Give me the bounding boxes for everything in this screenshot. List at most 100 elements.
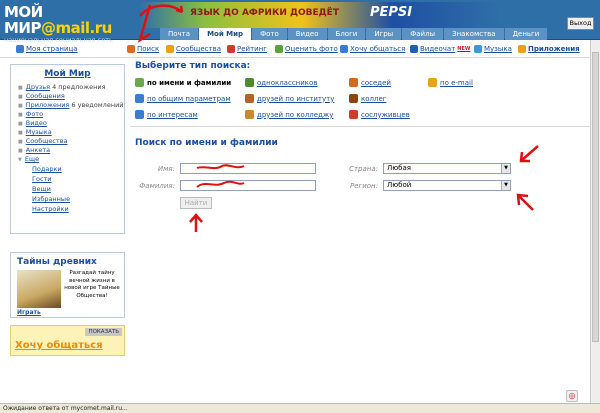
help-icon[interactable]: ◎ xyxy=(566,390,578,402)
main-nav: Почта Мой Мир Фото Видео Блоги Игры Файлы Знако… xyxy=(160,28,548,41)
nav-tab[interactable]: Почта xyxy=(160,28,199,40)
subnav-item[interactable]: Видеочат NEW xyxy=(410,45,470,53)
sidebar-more-item[interactable]: Избранные xyxy=(32,194,124,204)
ad-banner[interactable]: ЯЗЫК ДО АФРИКИ ДОВЕДЁТ PEPSI xyxy=(140,2,500,28)
logo[interactable]: МОЙ МИР@mail.ru национальная социальная … xyxy=(4,4,134,44)
search-type-option[interactable]: соседей xyxy=(349,78,391,87)
nav-tab[interactable]: Игры xyxy=(366,28,402,40)
search-type-label: по интересам xyxy=(147,110,198,119)
sidebar-item[interactable]: ■ Друзья 4 предложения xyxy=(18,83,124,92)
search-type-title: Выберите тип поиска: xyxy=(135,61,251,71)
videochat-icon xyxy=(410,45,418,53)
sidebar-item-label[interactable]: Друзья xyxy=(26,83,50,91)
sidebar-item-count: 6 уведомлений xyxy=(71,101,124,109)
nav-tab[interactable]: Знакомства xyxy=(444,28,504,40)
sidebar-item-label[interactable]: Сообщения xyxy=(26,92,65,100)
region-label: Регион: xyxy=(350,182,378,190)
sidebar-item[interactable]: ■ Приложения 6 уведомлений xyxy=(18,101,124,110)
nav-tab[interactable]: Видео xyxy=(287,28,327,40)
promo-image[interactable] xyxy=(17,270,61,308)
nav-tab[interactable]: Блоги xyxy=(327,28,366,40)
new-badge: NEW xyxy=(457,46,471,52)
nav-tab[interactable]: Фото xyxy=(252,28,287,40)
sidebar-more-item[interactable]: Настройки xyxy=(32,204,124,214)
subnav-item[interactable]: Поиск xyxy=(127,45,159,53)
country-select[interactable]: Любая ▼ xyxy=(383,163,511,174)
sidebar-list: ■ Друзья 4 предложения ■ Сообщения ■ Приложен… xyxy=(11,83,124,164)
search-type-option[interactable]: одноклассников xyxy=(245,78,317,87)
nav-tab[interactable]: Файлы xyxy=(402,28,444,40)
chat-show-button[interactable]: ПОКАЗАТЬ xyxy=(85,328,122,336)
scroll-thumb[interactable] xyxy=(592,52,599,342)
region-value: Любой xyxy=(387,181,412,189)
sidebar-item[interactable]: ■ Сообщества xyxy=(18,137,124,146)
subnav-item[interactable]: Сообщества xyxy=(166,45,221,53)
search-type-option[interactable]: друзей по колледжу xyxy=(245,110,333,119)
nav-tab[interactable]: Мой Мир xyxy=(199,28,252,41)
sidebar-item[interactable]: ▼ Еще xyxy=(18,155,124,164)
bullet-icon: ■ xyxy=(18,121,23,127)
sidebar-item-label[interactable]: Фото xyxy=(26,110,43,118)
sidebar-item[interactable]: ■ Музыка xyxy=(18,128,124,137)
chevron-down-icon[interactable]: ▼ xyxy=(501,164,510,173)
sidebar-item[interactable]: ■ Фото xyxy=(18,110,124,119)
bullet-icon: ■ xyxy=(18,103,23,109)
find-button[interactable]: Найти xyxy=(180,197,212,209)
chevron-down-icon[interactable]: ▼ xyxy=(501,181,510,190)
sidebar-more-item[interactable]: Гости xyxy=(32,174,124,184)
search-type-label: одноклассников xyxy=(257,78,318,87)
search-type-option[interactable]: сослуживцев xyxy=(349,110,410,119)
subnav-item-label: Моя страница xyxy=(26,45,78,53)
subnav-item-label: Сообщества xyxy=(176,45,222,53)
sidebar-more-list: Подарки Гости Вещи Избранные Настройки xyxy=(11,164,124,214)
subnav-item[interactable]: Моя страница xyxy=(16,45,78,53)
params-icon xyxy=(135,94,144,103)
sidebar-item-count: 4 предложения xyxy=(52,83,106,91)
scrollbar[interactable] xyxy=(590,40,600,403)
sidebar-item-label[interactable]: Сообщества xyxy=(26,137,68,145)
sidebar-more-item[interactable]: Подарки xyxy=(32,164,124,174)
sidebar-item[interactable]: ■ Сообщения xyxy=(18,92,124,101)
region-select[interactable]: Любой ▼ xyxy=(383,180,511,191)
country-label: Страна: xyxy=(349,165,378,173)
chat-promo-title[interactable]: Хочу общаться xyxy=(15,340,103,351)
logout-button[interactable]: Выход xyxy=(567,17,594,30)
subnav-item-label: Музыка xyxy=(484,45,512,53)
promo-box: Тайны древних Разгадай тайну вечной жизн… xyxy=(10,252,125,318)
sidebar-more-item[interactable]: Вещи xyxy=(32,184,124,194)
promo-text: Разгадай тайну вечной жизни в новой игре… xyxy=(64,270,120,299)
name-search-icon xyxy=(135,78,144,87)
search-type-option[interactable]: по e-mail xyxy=(428,78,473,87)
subnav-item[interactable]: Рейтинг xyxy=(227,45,267,53)
sidebar-item[interactable]: ■ Видео xyxy=(18,119,124,128)
sidebar-item-label[interactable]: Анкета xyxy=(26,146,50,154)
bullet-icon: ■ xyxy=(18,94,23,100)
name-input[interactable] xyxy=(180,163,316,174)
status-bar: Ожидание ответа от mycomet.mail.ru... xyxy=(0,403,600,413)
search-type-label: по общим параметрам xyxy=(147,94,231,103)
subnav-item[interactable]: Оценить фото xyxy=(275,45,338,53)
search-type-option[interactable]: коллег xyxy=(349,94,386,103)
bullet-icon: ■ xyxy=(18,148,23,154)
promo-title[interactable]: Тайны древних xyxy=(17,257,97,267)
surname-label: Фамилия: xyxy=(139,182,175,190)
chat-icon xyxy=(340,45,348,53)
search-type-option[interactable]: друзей по институту xyxy=(245,94,334,103)
subnav-item[interactable]: Приложения xyxy=(518,45,580,53)
surname-input[interactable] xyxy=(180,180,316,191)
sidebar-item-label[interactable]: Видео xyxy=(26,119,47,127)
nav-tab[interactable]: Деньги xyxy=(504,28,548,40)
search-type-label: друзей по колледжу xyxy=(257,110,334,119)
sidebar-item-label[interactable]: Музыка xyxy=(26,128,52,136)
subnav-item[interactable]: Музыка xyxy=(474,45,512,53)
sidebar-item[interactable]: ■ Анкета xyxy=(18,146,124,155)
sidebar-item-label[interactable]: Еще xyxy=(25,155,39,163)
promo-play-link[interactable]: Играть xyxy=(17,309,41,316)
bullet-icon: ■ xyxy=(18,112,23,118)
subnav-item[interactable]: Хочу общаться xyxy=(340,45,405,53)
sidebar-item-label[interactable]: Приложения xyxy=(26,101,70,109)
search-type-option[interactable]: по интересам xyxy=(135,110,198,119)
banner-brand: PEPSI xyxy=(370,5,413,20)
sidebar-title[interactable]: Мой Мир xyxy=(11,69,124,79)
search-type-option[interactable]: по общим параметрам xyxy=(135,94,231,103)
